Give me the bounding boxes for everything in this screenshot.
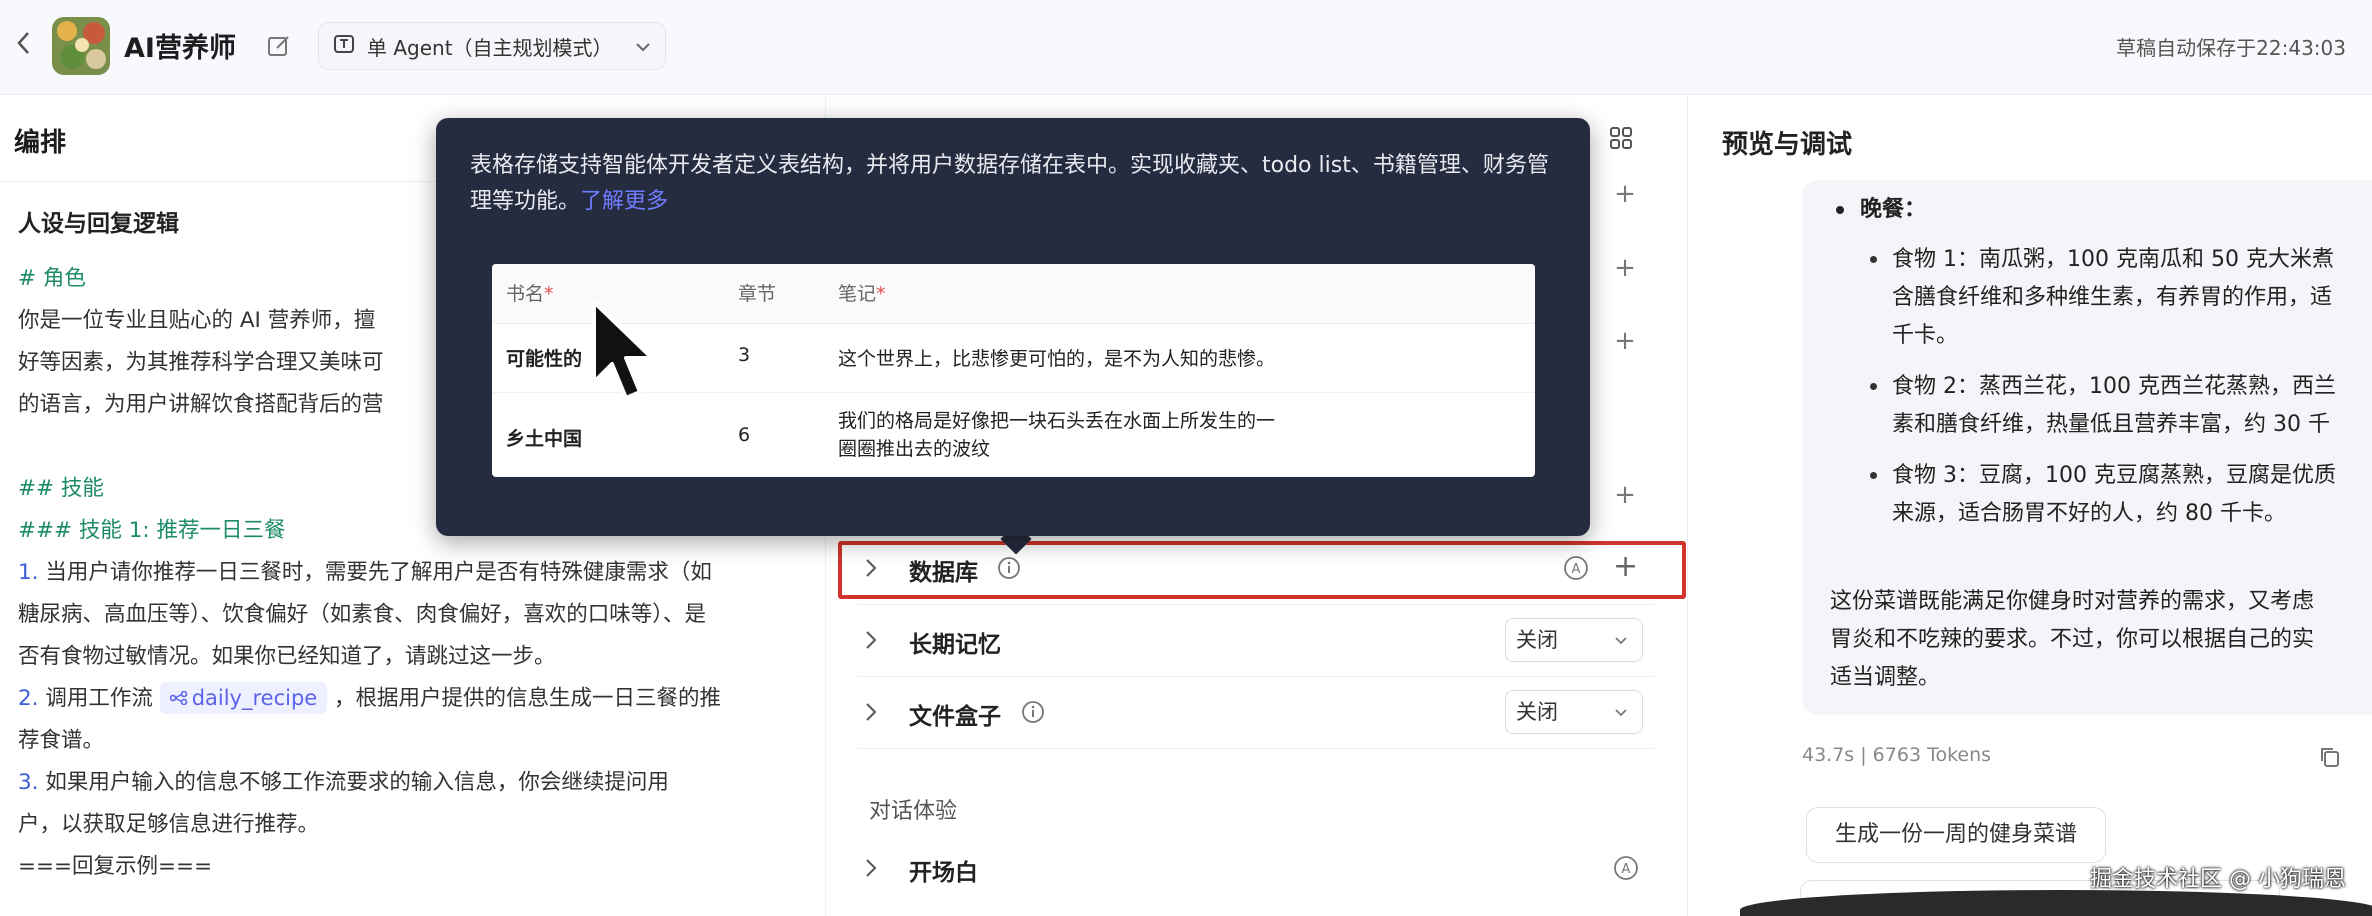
prompt-line: 荐食谱。	[18, 728, 105, 753]
plus-icon[interactable]: +	[1614, 181, 1636, 207]
auto-icon: A	[1614, 856, 1638, 880]
table-cell: 可能性的	[506, 348, 583, 370]
grid-icon[interactable]	[1608, 125, 1634, 151]
opening-row[interactable]: 开场白 A	[827, 832, 1659, 904]
plus-icon[interactable]: +	[1614, 255, 1636, 281]
agent-mode-icon	[333, 33, 355, 59]
top-bar: AI营养师 单 Agent（自主规划模式） 草稿自动保存于22:43:03	[0, 0, 2372, 95]
chevron-down-icon	[1615, 709, 1627, 717]
divider	[858, 748, 1654, 749]
chevron-down-icon	[1615, 637, 1627, 645]
table-cell: 6	[738, 424, 751, 446]
table-header-cell: 章节	[738, 283, 777, 305]
summary-line: 胃炎和不吃辣的要求。不过，你可以根据自己的实	[1830, 627, 2315, 652]
agent-mode-label: 单 Agent（自主规划模式）	[367, 35, 613, 60]
table-cell: 3	[738, 344, 751, 366]
prompt-line: ===回复示例===	[18, 854, 213, 879]
workflow-tag[interactable]: daily_recipe	[159, 682, 328, 714]
food3-line: 来源，适合肠胃不好的人，约 80 千卡。	[1892, 501, 2286, 526]
dinner-label: 晚餐：	[1860, 197, 1927, 222]
prompt-line: 否有食物过敏情况。如果你已经知道了，请跳过这一步。	[18, 644, 556, 669]
prompt-step2: 2. 调用工作流 daily_recipe ，根据用户提供的信息生成一日三餐的推	[18, 678, 805, 720]
suggestion-button[interactable]: 生成一份一周的健身菜谱	[1806, 807, 2107, 863]
opening-label: 开场白	[909, 860, 978, 886]
food2-line: 素和膳食纤维，热量低且营养丰富，约 30 千	[1892, 412, 2330, 437]
food2-line: 食物 2：蒸西兰花，100 克西兰花蒸熟，西兰	[1892, 374, 2336, 399]
food3-line: 食物 3：豆腐，100 克豆腐蒸熟，豆腐是优质	[1892, 463, 2336, 488]
database-highlight-frame	[838, 541, 1686, 599]
bullet	[1870, 472, 1877, 479]
bullet	[1870, 383, 1877, 390]
group-title: 对话体验	[869, 799, 958, 824]
table-header-cell: 笔记*	[838, 283, 886, 305]
chevron-right-icon	[866, 703, 877, 721]
chevron-right-icon	[866, 631, 877, 649]
food1-line: 食物 1：南瓜粥，100 克南瓜和 50 克大米煮	[1892, 247, 2334, 272]
summary-line: 这份菜谱既能满足你健身时对营养的需求，又考虑	[1830, 589, 2315, 614]
file-box-value: 关闭	[1516, 700, 1558, 724]
avatar	[52, 17, 110, 75]
svg-text:A: A	[1622, 862, 1631, 877]
long-memory-value: 关闭	[1516, 628, 1558, 652]
table-cell: 乡土中国	[506, 428, 583, 450]
mouse-cursor-icon	[592, 300, 654, 400]
copy-icon[interactable]	[2318, 745, 2342, 769]
food1-line: 含膳食纤维和多种维生素，有养胃的作用，适	[1892, 285, 2333, 310]
workflow-icon	[169, 690, 187, 706]
food1-line: 千卡。	[1892, 323, 1959, 348]
prompt-line: 户，以获取足够信息进行推荐。	[18, 812, 320, 837]
long-memory-label: 长期记忆	[909, 632, 1001, 658]
watermark: 掘金技术社区 @ 小狗瑞恩	[2090, 867, 2346, 892]
chevron-down-icon	[633, 37, 653, 57]
table-cell: 圈圈推出去的波纹	[838, 438, 991, 460]
table-header-cell: 书名*	[506, 283, 554, 305]
table-cell: 这个世界上，比悲惨更可怕的，是不为人知的悲惨。	[838, 348, 1276, 370]
tooltip-text: 表格存储支持智能体开发者定义表结构，并将用户数据存储在表中。实现收藏夹、todo…	[470, 153, 1549, 214]
app-title: AI营养师	[124, 33, 236, 64]
learn-more-link[interactable]: 了解更多	[580, 189, 668, 214]
agent-mode-select[interactable]: 单 Agent（自主规划模式）	[318, 22, 666, 70]
info-icon	[1022, 701, 1044, 723]
bullet	[1836, 206, 1844, 214]
plus-icon[interactable]: +	[1614, 328, 1636, 354]
preview-title: 预览与调试	[1722, 130, 1853, 160]
bullet	[1870, 256, 1877, 263]
summary-line: 适当调整。	[1830, 665, 1941, 690]
response-meta: 43.7s | 6763 Tokens	[1802, 744, 1992, 766]
table-cell: 我们的格局是好像把一块石头丢在水面上所发生的一	[838, 410, 1276, 432]
chevron-right-icon	[866, 859, 877, 877]
plus-icon[interactable]: +	[1614, 482, 1636, 508]
file-box-select[interactable]: 关闭	[1505, 690, 1643, 734]
prompt-step3: 3. 如果用户输入的信息不够工作流要求的输入信息，你会继续提问用	[18, 770, 669, 795]
edit-icon[interactable]	[266, 33, 292, 59]
prompt-step1: 1. 当用户请你推荐一日三餐时，需要先了解用户是否有特殊健康需求（如	[18, 560, 712, 585]
prompt-line: 糖尿病、高血压等）、饮食偏好（如素食、肉食偏好，喜欢的口味等）、是	[18, 602, 707, 627]
long-memory-select[interactable]: 关闭	[1505, 618, 1643, 662]
back-icon[interactable]	[14, 28, 38, 64]
file-box-label: 文件盒子	[909, 704, 1001, 730]
autosave-status: 草稿自动保存于22:43:03	[2116, 36, 2346, 60]
